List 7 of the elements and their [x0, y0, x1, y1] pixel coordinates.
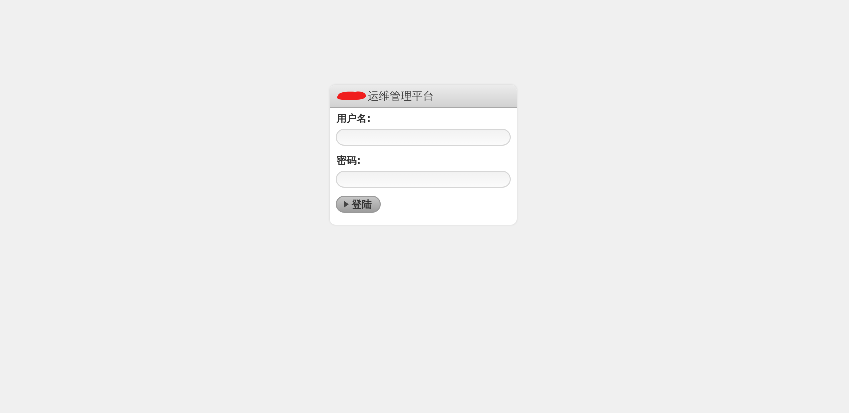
- field-label: 用户名:: [337, 114, 372, 126]
- input-field[interactable]: [336, 171, 511, 188]
- login-button[interactable]: 登陆: [336, 196, 381, 213]
- field-label: 密码:: [337, 156, 362, 168]
- triangle-icon: [344, 201, 349, 208]
- input-field[interactable]: [336, 129, 511, 146]
- window-title: 运维管理平台: [368, 88, 434, 104]
